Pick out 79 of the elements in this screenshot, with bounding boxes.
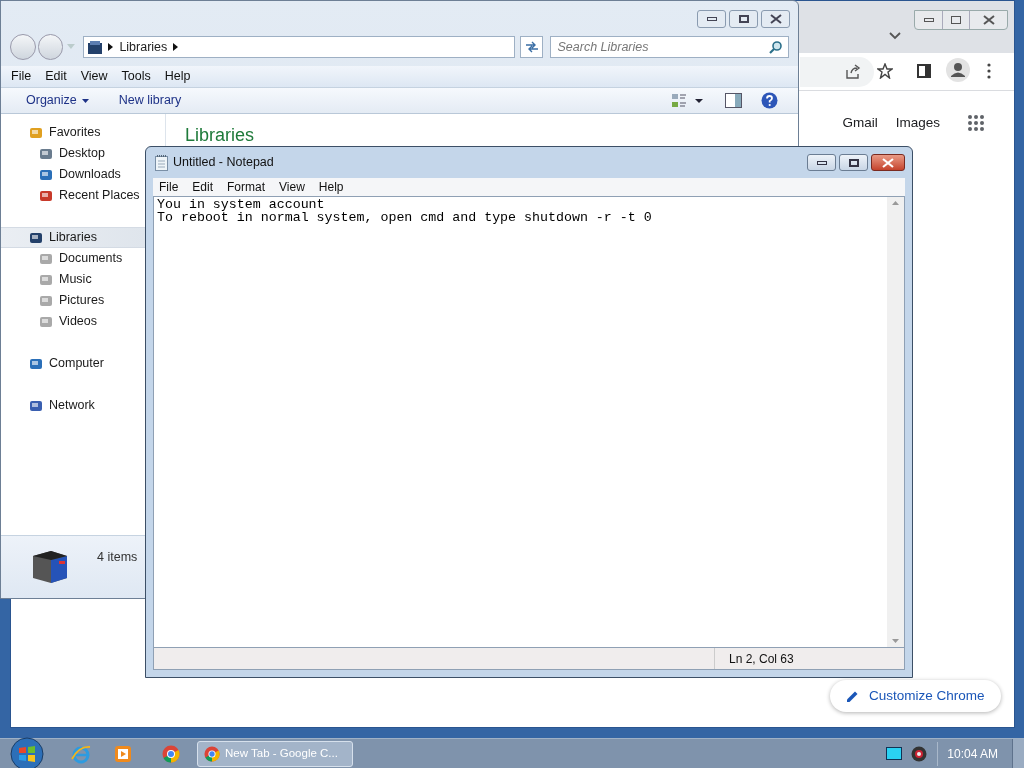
breadcrumb[interactable]: Libraries — [119, 37, 168, 57]
share-icon[interactable] — [845, 64, 861, 79]
chevron-right-icon[interactable] — [173, 43, 179, 51]
window-title: Untitled - Notepad — [173, 154, 274, 172]
search-placeholder: Search Libraries — [557, 38, 650, 56]
folder-icon — [39, 314, 53, 329]
library-heading: Libraries — [185, 124, 255, 147]
organize-button[interactable]: Organize — [18, 89, 97, 112]
nav-item[interactable]: Desktop — [1, 143, 145, 164]
nav-item[interactable]: Network — [1, 395, 145, 416]
help-icon[interactable] — [761, 92, 778, 109]
link[interactable]: Images — [895, 113, 940, 134]
text-line: You in system account — [157, 198, 326, 211]
folder-icon — [39, 167, 53, 182]
preview-pane-icon[interactable] — [725, 93, 742, 108]
menu-item[interactable]: View — [279, 178, 305, 196]
profile-icon[interactable] — [946, 58, 970, 82]
new-library-button[interactable]: New library — [110, 89, 190, 112]
search-icon[interactable] — [769, 40, 782, 54]
nav-item[interactable]: Computer — [1, 353, 145, 374]
folder-icon — [29, 398, 43, 413]
menu-item[interactable]: Edit — [45, 67, 67, 86]
display-icon[interactable] — [886, 747, 903, 760]
nav-item[interactable]: Pictures — [1, 290, 145, 311]
refresh-icon[interactable] — [519, 36, 544, 58]
folder-icon — [39, 272, 53, 287]
pencil-icon — [846, 689, 859, 703]
link[interactable]: Gmail — [842, 113, 878, 134]
menu-item[interactable]: View — [80, 67, 108, 86]
folder-icon — [39, 188, 53, 203]
menu-item[interactable]: Tools — [121, 67, 151, 86]
chrome-icon[interactable] — [162, 744, 180, 763]
library-icon — [88, 40, 103, 54]
menu-item[interactable]: File — [159, 178, 179, 196]
star-icon[interactable] — [877, 63, 893, 79]
close-icon[interactable] — [871, 154, 905, 171]
text-line: To reboot in normal system, open cmd and type shutdown -r -t 0 — [157, 211, 653, 224]
view-options-icon[interactable] — [671, 93, 703, 109]
apps-grid-icon[interactable] — [967, 114, 985, 132]
start-button[interactable] — [10, 736, 44, 768]
notepad-icon — [155, 154, 168, 171]
nav-item[interactable]: Recent Places — [1, 185, 145, 206]
address-bar[interactable] — [800, 57, 874, 87]
menu-item[interactable]: Help — [318, 178, 344, 196]
close-icon[interactable] — [761, 10, 790, 28]
minimize-icon[interactable] — [697, 10, 726, 28]
maximize-icon[interactable] — [729, 10, 758, 28]
search-field[interactable]: Search Libraries — [550, 36, 789, 58]
minimize-icon[interactable] — [807, 154, 836, 171]
chevron-down-icon[interactable] — [889, 32, 901, 40]
nav-item[interactable]: Documents — [1, 248, 145, 269]
folder-icon — [29, 230, 43, 245]
side-panel-icon[interactable] — [917, 64, 931, 78]
folder-icon — [39, 293, 53, 308]
chrome-icon — [204, 745, 220, 762]
nav-item[interactable]: Favorites — [1, 122, 145, 143]
menu-item[interactable]: Edit — [192, 178, 214, 196]
cursor-position: Ln 2, Col 63 — [729, 650, 794, 668]
maximize-icon[interactable] — [839, 154, 868, 171]
nav-item[interactable]: Libraries — [1, 227, 145, 248]
menu-item[interactable]: File — [11, 67, 32, 86]
folder-icon — [29, 125, 43, 140]
nav-item[interactable]: Videos — [1, 311, 145, 332]
library-icon — [31, 548, 69, 584]
folder-icon — [29, 356, 43, 371]
folder-icon — [39, 146, 53, 161]
clock: 10:04 AM — [947, 745, 998, 763]
menu-item[interactable]: Format — [227, 178, 266, 196]
item-count: 4 items — [97, 549, 138, 566]
address-bar[interactable]: Libraries — [83, 36, 515, 58]
menu-icon[interactable] — [987, 63, 991, 79]
caret-icon — [81, 98, 89, 103]
menu-item[interactable]: Help — [164, 67, 191, 86]
folder-icon — [39, 251, 53, 266]
nav-item[interactable]: Music — [1, 269, 145, 290]
nav-item[interactable]: Downloads — [1, 164, 145, 185]
customize-chrome-button[interactable]: Customize Chrome — [830, 680, 1001, 712]
media-player-icon[interactable] — [114, 744, 132, 763]
chevron-right-icon[interactable] — [108, 43, 114, 51]
